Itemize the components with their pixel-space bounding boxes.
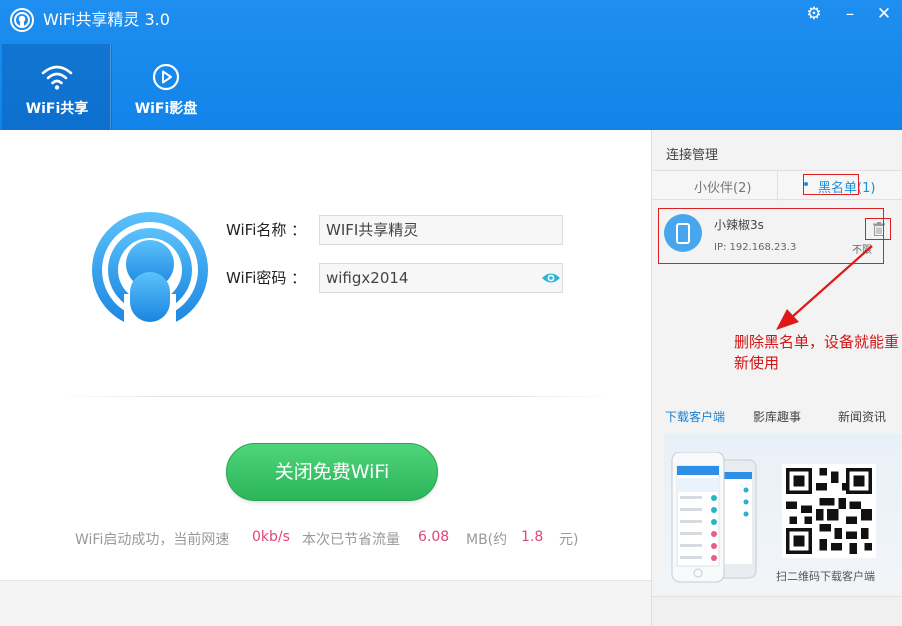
tab-wifi-share-label: WiFi共享 [25,101,89,117]
status-speed: 0kb/s [252,529,290,545]
qr-code-image [782,464,876,558]
connection-tabs: 小伙伴(2) 黑名单(1) [652,170,902,201]
wifi-logo-icon [92,212,208,332]
app-logo-icon [10,8,34,32]
status-money: 1.8 [521,529,544,545]
annotation-text: 删除黑名单，设备就能重新使用 [734,333,900,372]
wifi-password-label: WiFi密码 ： [226,269,307,287]
status-saved-value: 6.08 [418,529,450,545]
wifi-name-label: WiFi名称 ： [226,221,307,239]
main-panel: WiFi名称 ： WIFI共享精灵 WiFi密码 ： wifigx2014 关闭… [0,130,651,626]
tab-wifi-media[interactable]: WiFi影盘 [111,44,221,130]
highlight-box-blacklist-tab [803,174,859,195]
tab-separator [777,171,778,201]
wifi-name-field[interactable]: WIFI共享精灵 [319,215,563,245]
tab-wifi-share[interactable]: WiFi共享 [2,44,112,130]
highlight-box-device [658,208,884,264]
link-news[interactable]: 新闻资讯 [838,408,886,425]
settings-gear-icon[interactable]: ⚙ [800,2,828,26]
status-unit: MB(约 [466,532,508,548]
side-links: 下载客户端 影库趣事 新闻资讯 [652,402,902,430]
app-title: WiFi共享精灵 3.0 [43,10,170,29]
main-footer [0,580,651,626]
eye-icon[interactable] [541,269,561,287]
link-media-stories[interactable]: 影库趣事 [753,408,801,425]
status-prefix: WiFi启动成功，当前网速 [75,532,230,548]
status-saved-label: 本次已节省流量 [302,532,400,548]
app-window: WiFi共享精灵 3.0 ⚙ – ✕ WiFi共享 WiFi影盘 WiFi名称 … [0,0,902,626]
connection-panel: 连接管理 小伙伴(2) 黑名单(1) 小辣椒3s IP: 192.168.23.… [651,130,902,626]
tab-friends[interactable]: 小伙伴(2) [694,177,751,196]
wifi-icon [41,65,73,90]
close-button[interactable]: ✕ [870,2,898,26]
close-free-wifi-button[interactable]: 关闭免费WiFi [226,443,438,501]
header-bar: WiFi共享精灵 3.0 ⚙ – ✕ WiFi共享 WiFi影盘 [0,0,902,130]
phone-mockup-image [671,452,757,583]
wifi-password-field[interactable]: wifigx2014 [319,263,563,293]
promo-caption: 扫二维码下载客户端 [776,570,875,583]
link-download-client[interactable]: 下载客户端 [665,408,725,425]
minimize-button[interactable]: – [836,2,864,26]
client-promo-banner[interactable]: 扫二维码下载客户端 [664,434,902,590]
connection-panel-title: 连接管理 [666,148,719,163]
tab-wifi-media-label: WiFi影盘 [134,101,198,117]
side-footer [652,596,902,626]
content-divider [60,396,612,397]
status-money-unit: 元) [559,532,579,548]
play-circle-icon [152,63,180,91]
